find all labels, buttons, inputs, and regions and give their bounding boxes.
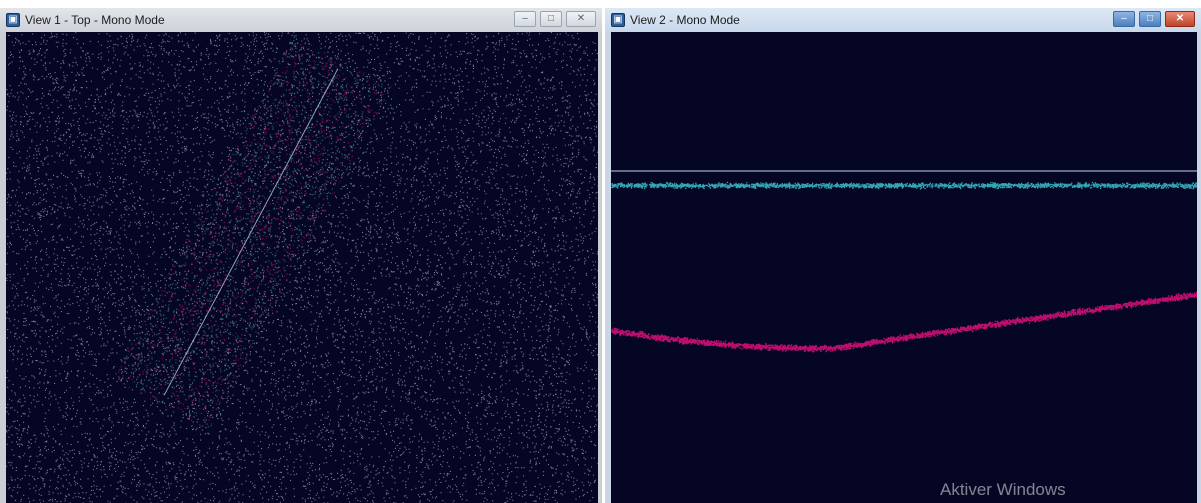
close-button[interactable]: ✕ bbox=[1165, 11, 1195, 27]
maximize-button[interactable]: □ bbox=[1139, 11, 1161, 27]
maximize-button[interactable]: □ bbox=[540, 11, 562, 27]
view1-title: View 1 - Top - Mono Mode bbox=[25, 13, 165, 27]
view2-window[interactable]: ▣ View 2 - Mono Mode – □ ✕ bbox=[605, 8, 1201, 503]
close-button[interactable]: ✕ bbox=[566, 11, 596, 27]
app-icon: ▣ bbox=[611, 13, 625, 27]
minimize-button[interactable]: – bbox=[1113, 11, 1135, 27]
activate-windows-watermark: Aktiver Windows bbox=[940, 480, 1066, 499]
side-view-point-cloud[interactable] bbox=[611, 32, 1197, 503]
top-view-point-cloud[interactable] bbox=[6, 32, 598, 503]
view2-title: View 2 - Mono Mode bbox=[630, 13, 740, 27]
view1-point-cloud-viewport[interactable] bbox=[6, 32, 598, 503]
view2-titlebar[interactable]: ▣ View 2 - Mono Mode – □ ✕ bbox=[605, 8, 1201, 32]
view2-point-cloud-viewport[interactable] bbox=[611, 32, 1197, 503]
view1-window[interactable]: ▣ View 1 - Top - Mono Mode – □ ✕ bbox=[0, 8, 602, 503]
app-icon: ▣ bbox=[6, 13, 20, 27]
view2-window-controls: – □ ✕ bbox=[1113, 11, 1195, 27]
minimize-button[interactable]: – bbox=[514, 11, 536, 27]
view1-window-controls: – □ ✕ bbox=[514, 11, 596, 27]
view1-titlebar[interactable]: ▣ View 1 - Top - Mono Mode – □ ✕ bbox=[0, 8, 602, 32]
